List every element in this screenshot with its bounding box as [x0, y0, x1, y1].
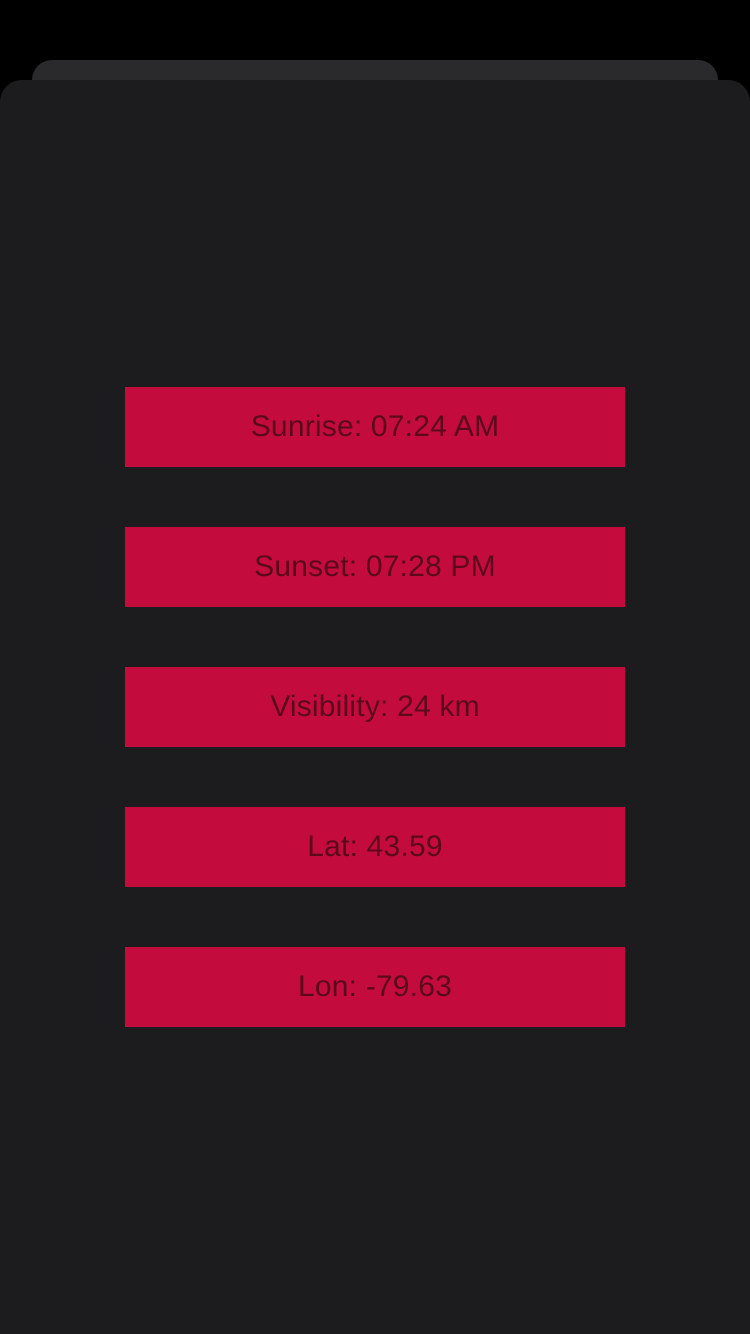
longitude-row[interactable]: Lon: -79.63: [125, 947, 625, 1027]
weather-info-list: Sunrise: 07:24 AM Sunset: 07:28 PM Visib…: [125, 387, 625, 1027]
sunset-row[interactable]: Sunset: 07:28 PM: [125, 527, 625, 607]
visibility-row[interactable]: Visibility: 24 km: [125, 667, 625, 747]
modal-sheet: Sunrise: 07:24 AM Sunset: 07:28 PM Visib…: [0, 80, 750, 1334]
sunrise-row[interactable]: Sunrise: 07:24 AM: [125, 387, 625, 467]
app-screen: Sunrise: 07:24 AM Sunset: 07:28 PM Visib…: [0, 0, 750, 1334]
latitude-row[interactable]: Lat: 43.59: [125, 807, 625, 887]
